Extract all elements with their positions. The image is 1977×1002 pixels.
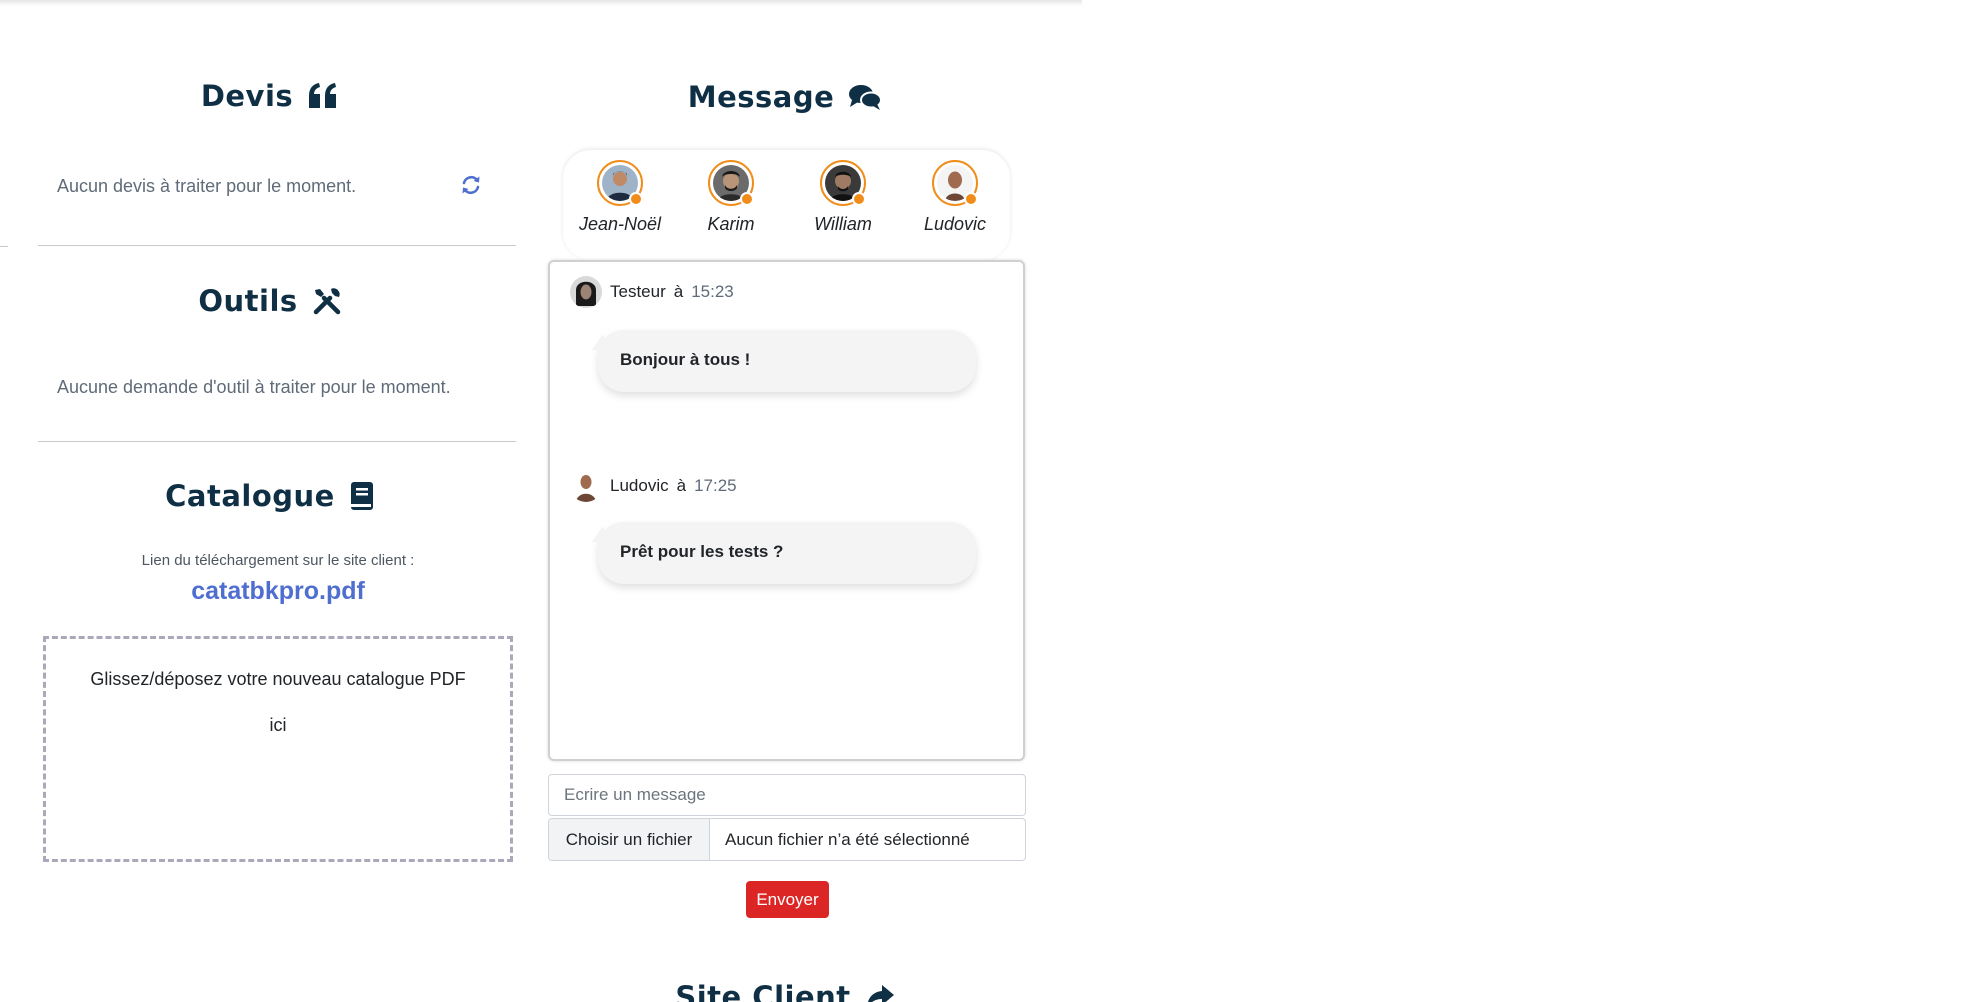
catalogue-dropzone[interactable]: Glissez/déposez votre nouveau catalogue … bbox=[43, 636, 513, 862]
avatar bbox=[932, 160, 978, 206]
avatar bbox=[708, 160, 754, 206]
message-heading: Message bbox=[560, 75, 1010, 119]
refresh-icon[interactable] bbox=[460, 174, 482, 201]
dropzone-text-suffix: ici bbox=[269, 715, 287, 735]
contact-name: Ludovic bbox=[923, 214, 987, 234]
catalogue-heading: Catalogue bbox=[30, 474, 510, 518]
outils-heading: Outils bbox=[30, 279, 510, 323]
message-bubble: Bonjour à tous ! bbox=[598, 330, 976, 392]
online-status-dot bbox=[740, 192, 754, 206]
share-arrow-icon bbox=[867, 985, 894, 1002]
avatar bbox=[820, 160, 866, 206]
chat-messages-panel[interactable]: Testeur à 15:23 Bonjour à tous ! Ludovic… bbox=[548, 260, 1025, 761]
book-icon bbox=[350, 482, 373, 510]
top-bar-shadow bbox=[0, 0, 1082, 6]
contact-jean-noel[interactable]: Jean-Noël bbox=[575, 160, 665, 235]
message-title: Message bbox=[687, 80, 835, 114]
contact-william[interactable]: William bbox=[798, 160, 888, 235]
message-time: 17:25 bbox=[694, 476, 737, 495]
contact-karim[interactable]: Karim bbox=[686, 160, 776, 235]
contact-name: Jean-Noël bbox=[578, 214, 662, 234]
contact-name: Karim bbox=[707, 214, 755, 234]
outils-title: Outils bbox=[198, 284, 298, 318]
site-client-heading: Site Client bbox=[560, 975, 1010, 1002]
message-meta: Testeur à 15:23 bbox=[570, 276, 734, 308]
contact-ludovic[interactable]: Ludovic bbox=[910, 160, 1000, 235]
chat-bubbles-icon bbox=[849, 85, 883, 110]
dropzone-text: Glissez/déposez votre nouveau catalogue … bbox=[90, 669, 466, 689]
message-author: Testeur bbox=[610, 282, 666, 301]
contacts-bar: Jean-Noël Karim William Ludovic bbox=[563, 150, 1010, 260]
online-status-dot bbox=[852, 192, 866, 206]
outils-empty-text: Aucune demande d'outil à traiter pour le… bbox=[57, 377, 451, 397]
online-status-dot bbox=[964, 192, 978, 206]
catalogue-pdf-link[interactable]: catatbkpro.pdf bbox=[38, 577, 518, 606]
catalogue-download-label: Lien du téléchargement sur le site clien… bbox=[141, 552, 415, 569]
devis-empty-text: Aucun devis à traiter pour le moment. bbox=[57, 176, 357, 196]
message-input[interactable] bbox=[548, 774, 1026, 816]
choose-file-button[interactable]: Choisir un fichier bbox=[549, 819, 710, 860]
devis-divider bbox=[38, 245, 516, 246]
site-client-title: Site Client bbox=[675, 980, 851, 1002]
avatar bbox=[597, 160, 643, 206]
devis-title: Devis bbox=[200, 79, 294, 113]
avatar bbox=[570, 276, 602, 308]
left-divider-stub bbox=[0, 246, 8, 247]
message-meta: Ludovic à 17:25 bbox=[570, 470, 737, 502]
message-separator: à bbox=[673, 282, 684, 301]
contact-name: William bbox=[814, 214, 872, 234]
tools-icon bbox=[313, 288, 340, 315]
message-time: 15:23 bbox=[691, 282, 734, 301]
file-input[interactable]: Choisir un fichier Aucun fichier n’a été… bbox=[548, 818, 1026, 861]
catalogue-title: Catalogue bbox=[165, 479, 335, 513]
message-separator: à bbox=[676, 476, 687, 495]
avatar bbox=[570, 470, 602, 502]
quote-icon bbox=[309, 83, 337, 108]
outils-divider bbox=[38, 441, 516, 442]
message-author: Ludovic bbox=[610, 476, 669, 495]
file-status: Aucun fichier n’a été sélectionné bbox=[725, 829, 970, 849]
devis-heading: Devis bbox=[30, 74, 510, 118]
online-status-dot bbox=[629, 192, 643, 206]
message-bubble: Prêt pour les tests ? bbox=[598, 522, 976, 584]
send-button[interactable]: Envoyer bbox=[746, 881, 829, 918]
